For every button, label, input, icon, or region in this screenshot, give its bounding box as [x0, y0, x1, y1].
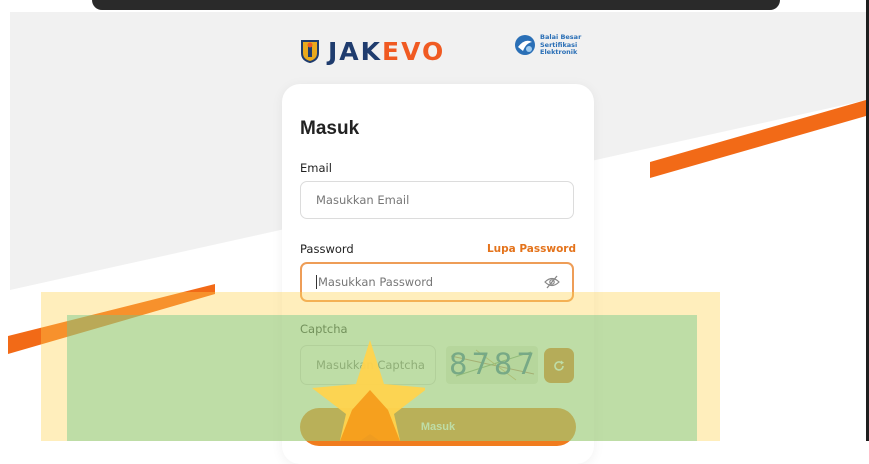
eye-slash-icon[interactable] [544, 275, 560, 289]
email-input[interactable]: Masukkan Email [300, 181, 574, 219]
password-label: Password [300, 242, 354, 256]
bsre-logo: Balai Besar Sertifikasi Elektronik [514, 33, 582, 57]
forgot-password-link[interactable]: Lupa Password [487, 243, 576, 255]
jakevo-logo: JAKEVO [300, 36, 445, 66]
star-icon [312, 340, 425, 441]
email-placeholder: Masukkan Email [316, 193, 410, 207]
bsre-logo-icon [515, 35, 535, 56]
jakevo-wordmark: JAKEVO [328, 36, 446, 66]
bsre-text: Balai Besar Sertifikasi Elektronik [540, 33, 582, 56]
jakarta-emblem-icon [301, 40, 319, 63]
brand-header: JAKEVO Balai Besar Sertifikasi Elektroni… [0, 26, 869, 76]
text-caret [316, 275, 317, 289]
login-title: Masuk [300, 118, 360, 139]
password-placeholder: Masukkan Password [318, 275, 434, 289]
email-label: Email [300, 161, 332, 175]
